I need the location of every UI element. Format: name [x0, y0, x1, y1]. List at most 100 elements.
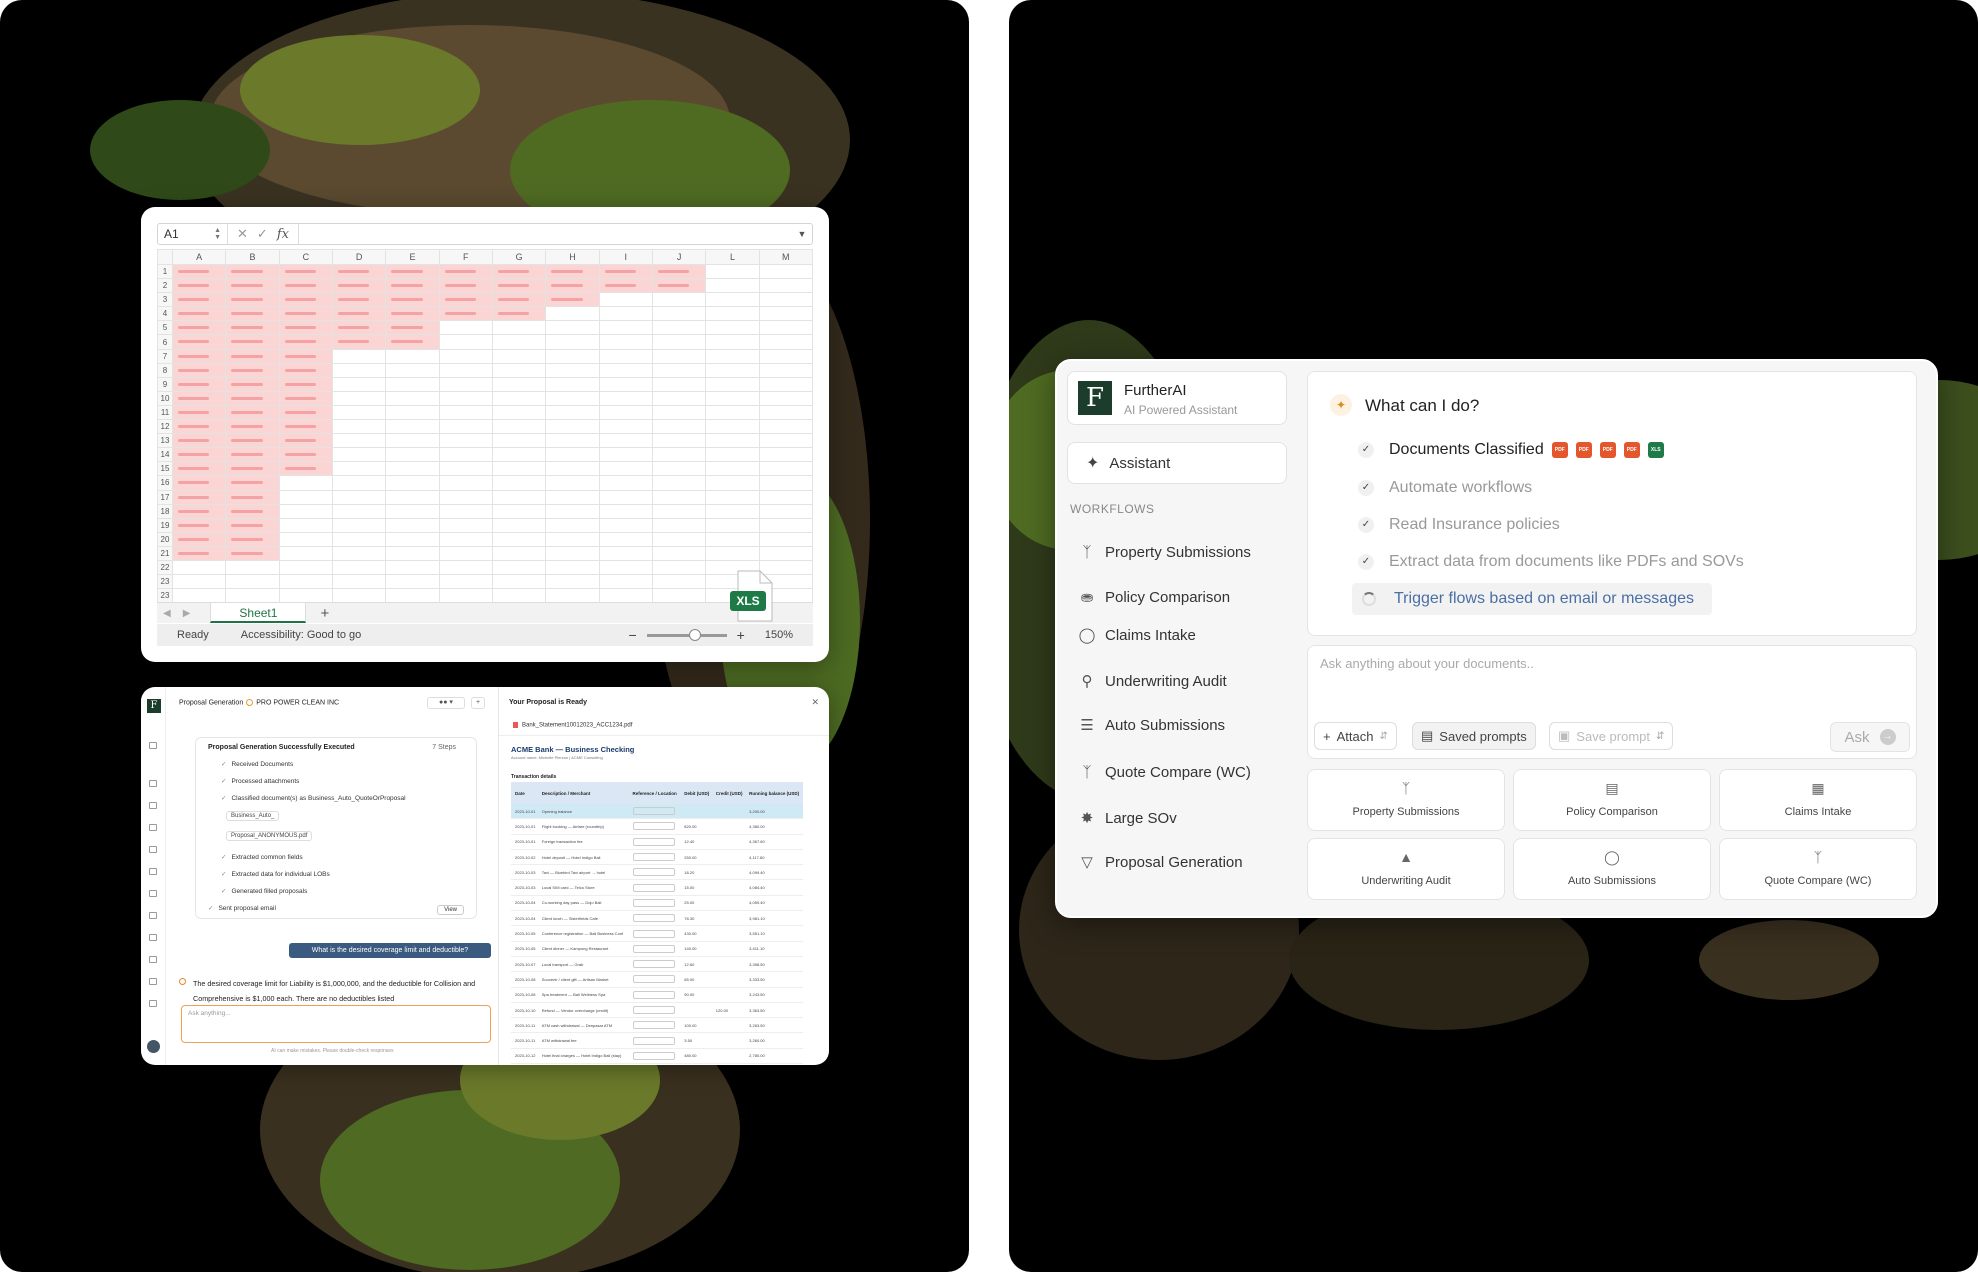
- filled-cell[interactable]: [278, 362, 333, 378]
- row-header[interactable]: 13: [157, 433, 173, 449]
- column-header[interactable]: F: [438, 249, 493, 265]
- filled-cell[interactable]: [331, 278, 387, 294]
- cell[interactable]: [331, 531, 387, 547]
- cell[interactable]: [758, 306, 814, 322]
- row-header[interactable]: 15: [157, 461, 173, 477]
- cell[interactable]: [705, 362, 760, 378]
- cell[interactable]: [385, 489, 440, 505]
- cell[interactable]: [598, 419, 653, 435]
- column-header[interactable]: D: [331, 249, 387, 265]
- cell[interactable]: [598, 559, 653, 576]
- cell[interactable]: [278, 503, 333, 519]
- filled-cell[interactable]: [225, 306, 280, 322]
- cell[interactable]: [331, 503, 387, 519]
- cell[interactable]: [438, 376, 493, 392]
- chevron-down-icon[interactable]: ▼: [792, 229, 812, 239]
- cell[interactable]: [385, 362, 440, 378]
- cell[interactable]: [438, 390, 493, 406]
- filled-cell[interactable]: [385, 292, 440, 308]
- cell[interactable]: [438, 320, 493, 336]
- cell[interactable]: [385, 574, 440, 590]
- row-header[interactable]: 23: [157, 588, 173, 604]
- cell[interactable]: [651, 559, 707, 576]
- column-header[interactable]: M: [758, 249, 814, 265]
- cell[interactable]: [758, 433, 814, 449]
- cell[interactable]: [278, 545, 333, 561]
- sidebar-item-auto-submissions[interactable]: ☰ Auto Submissions: [1077, 714, 1225, 736]
- cell[interactable]: [545, 503, 600, 519]
- zoom-slider[interactable]: [646, 628, 727, 641]
- quick-card-property-submissions[interactable]: ᛉ Property Submissions: [1307, 769, 1505, 831]
- filled-cell[interactable]: [278, 461, 333, 477]
- cell[interactable]: [651, 489, 707, 505]
- filled-cell[interactable]: [598, 263, 653, 280]
- cell[interactable]: [491, 433, 547, 449]
- cell[interactable]: [545, 362, 600, 378]
- next-sheet-icon[interactable]: ▶: [177, 608, 197, 619]
- cell[interactable]: [438, 531, 493, 547]
- cell[interactable]: [598, 489, 653, 505]
- cell[interactable]: [438, 461, 493, 477]
- cell[interactable]: [491, 489, 547, 505]
- cell[interactable]: [705, 545, 760, 561]
- cell[interactable]: [438, 574, 493, 590]
- cell[interactable]: [545, 404, 600, 421]
- cell[interactable]: [385, 545, 440, 561]
- row-header[interactable]: 22: [157, 559, 173, 576]
- cell[interactable]: [385, 588, 440, 604]
- filled-cell[interactable]: [385, 320, 440, 336]
- row-header[interactable]: 12: [157, 419, 173, 435]
- cell[interactable]: [225, 588, 280, 604]
- cell[interactable]: [651, 433, 707, 449]
- filled-cell[interactable]: [491, 278, 547, 294]
- cell[interactable]: [598, 461, 653, 477]
- cell[interactable]: [651, 475, 707, 491]
- cell[interactable]: [545, 574, 600, 590]
- filled-cell[interactable]: [171, 517, 227, 533]
- ask-composer[interactable]: Ask anything about your documents.. + At…: [1307, 645, 1917, 759]
- view-button[interactable]: View: [437, 905, 464, 915]
- cell[interactable]: [758, 517, 814, 533]
- filled-cell[interactable]: [225, 320, 280, 336]
- cell[interactable]: [385, 517, 440, 533]
- zoom-slider-thumb[interactable]: [688, 628, 701, 641]
- cell[interactable]: [331, 348, 387, 364]
- filled-cell[interactable]: [491, 306, 547, 322]
- column-header[interactable]: A: [171, 249, 227, 265]
- new-chat-button[interactable]: +: [471, 697, 485, 709]
- cell[interactable]: [491, 362, 547, 378]
- row-header[interactable]: 16: [157, 475, 173, 491]
- sigma-icon[interactable]: [149, 780, 157, 787]
- filled-cell[interactable]: [491, 263, 547, 280]
- cell[interactable]: [651, 503, 707, 519]
- pdf-chip[interactable]: Proposal_ANONYMOUS.pdf: [226, 831, 313, 841]
- sidebar-item-policy-comparison[interactable]: ⛂ Policy Comparison: [1077, 586, 1230, 608]
- cell[interactable]: [598, 348, 653, 364]
- filled-cell[interactable]: [171, 320, 227, 336]
- cell[interactable]: [705, 278, 760, 294]
- cancel-icon[interactable]: ✕: [237, 226, 248, 242]
- sidebar-item-property-submissions[interactable]: ᛉ Property Submissions: [1077, 541, 1250, 563]
- cell[interactable]: [491, 447, 547, 463]
- cell[interactable]: [385, 376, 440, 392]
- row-header[interactable]: 14: [157, 447, 173, 463]
- filled-cell[interactable]: [171, 263, 227, 280]
- sidebar-item-claims-intake[interactable]: ◯ Claims Intake: [1077, 624, 1196, 646]
- cell[interactable]: [651, 545, 707, 561]
- cell[interactable]: [331, 475, 387, 491]
- filled-cell[interactable]: [171, 292, 227, 308]
- prev-sheet-icon[interactable]: ◀: [157, 608, 177, 619]
- cell[interactable]: [651, 390, 707, 406]
- cell[interactable]: [438, 404, 493, 421]
- cell[interactable]: [598, 574, 653, 590]
- filled-cell[interactable]: [331, 263, 387, 280]
- cell[interactable]: [331, 574, 387, 590]
- cell[interactable]: [598, 545, 653, 561]
- cell[interactable]: [331, 404, 387, 421]
- row-header[interactable]: 5: [157, 320, 173, 336]
- column-header[interactable]: E: [385, 249, 440, 265]
- cell[interactable]: [331, 489, 387, 505]
- cell[interactable]: [491, 419, 547, 435]
- cell[interactable]: [651, 574, 707, 590]
- cell[interactable]: [705, 433, 760, 449]
